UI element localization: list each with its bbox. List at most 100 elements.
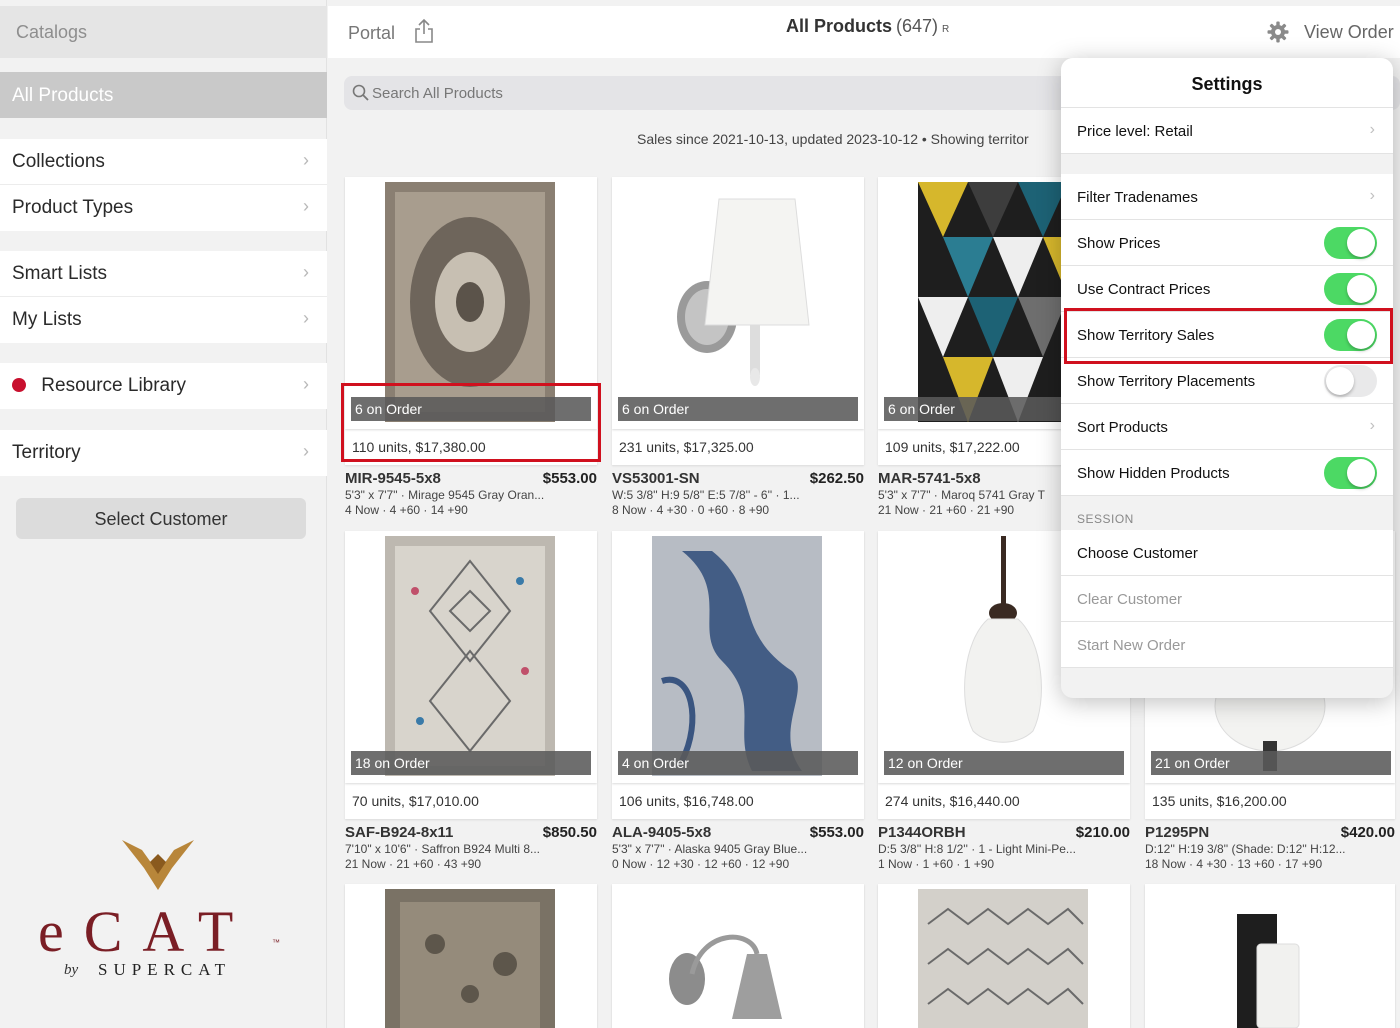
- page-title-text: All Products: [786, 16, 893, 36]
- logo-trademark: ™: [272, 938, 280, 947]
- logo-by: by: [64, 962, 79, 978]
- row-label: Filter Tradenames: [1077, 189, 1198, 206]
- product-sku: ALA-9405-5x8: [612, 824, 712, 841]
- sidebar-header: Catalogs: [0, 6, 327, 58]
- sidebar-item-label: Collections: [12, 151, 105, 172]
- view-order-button[interactable]: View Order: [1304, 22, 1394, 43]
- product-stock: 18 Now · 4 +30 · 13 +60 · 17 +90: [1145, 857, 1323, 871]
- chevron-right-icon: ›: [1369, 187, 1375, 204]
- product-description: D:12'' H:19 3/8'' (Shade: D:12'' H:12...: [1145, 842, 1346, 856]
- use-contract-prices-toggle[interactable]: [1324, 273, 1377, 305]
- sidebar-item-label: Smart Lists: [12, 263, 108, 284]
- filter-tradenames-row[interactable]: Filter Tradenames ›: [1061, 174, 1393, 220]
- row-label: Show Prices: [1077, 235, 1161, 252]
- sidebar-item-my-lists[interactable]: My Lists ›: [0, 297, 327, 343]
- chevron-right-icon: ›: [303, 441, 309, 461]
- row-label: Show Hidden Products: [1077, 465, 1230, 482]
- product-description: 5'3" x 7'7" · Mirage 9545 Gray Oran...: [345, 488, 545, 502]
- row-label: Use Contract Prices: [1077, 281, 1211, 298]
- show-territory-sales-row: Show Territory Sales: [1061, 312, 1393, 358]
- product-image[interactable]: [612, 884, 864, 1028]
- row-label: Clear Customer: [1077, 591, 1183, 608]
- price-level-row[interactable]: Price level: Retail ›: [1061, 108, 1393, 154]
- units-sales: 274 units, $16,440.00: [878, 783, 1130, 819]
- show-hidden-products-toggle[interactable]: [1324, 457, 1377, 489]
- sort-products-row[interactable]: Sort Products ›: [1061, 404, 1393, 450]
- product-description: 5'3" x 7'7" · Alaska 9405 Gray Blue...: [612, 842, 808, 856]
- product-image[interactable]: 6 on Order: [345, 177, 597, 429]
- show-prices-toggle[interactable]: [1324, 227, 1377, 259]
- logo-brand: SUPERCAT: [98, 960, 232, 979]
- sidebar-item-product-types[interactable]: Product Types ›: [0, 185, 327, 231]
- on-order-badge: 6 on Order: [618, 397, 858, 421]
- share-icon[interactable]: [414, 18, 434, 44]
- product-card[interactable]: 6 on Order 110 units, $17,380.00 MIR-954…: [345, 177, 597, 518]
- product-sku: SAF-B924-8x11: [345, 824, 454, 841]
- product-card[interactable]: [878, 884, 1130, 1028]
- search-icon: [352, 84, 369, 101]
- rug-image: [652, 536, 822, 776]
- rug-image: [918, 889, 1088, 1028]
- logo-wordmark: eCAT: [38, 899, 254, 964]
- chevron-right-icon: ›: [1369, 121, 1375, 138]
- units-sales: 231 units, $17,325.00: [612, 429, 864, 465]
- sidebar-group-resources: Resource Library ›: [0, 363, 327, 409]
- units-sales: 110 units, $17,380.00: [345, 429, 597, 465]
- product-image[interactable]: 18 on Order: [345, 531, 597, 783]
- sidebar-item-label: Product Types: [12, 197, 134, 218]
- on-order-badge: 18 on Order: [351, 751, 591, 775]
- sidebar-item-label: My Lists: [12, 309, 82, 330]
- chevron-right-icon: ›: [303, 374, 309, 394]
- show-territory-sales-toggle[interactable]: [1324, 319, 1377, 351]
- sconce-image: [677, 198, 810, 386]
- portal-button[interactable]: Portal: [348, 23, 395, 44]
- product-stock: 0 Now · 12 +30 · 12 +60 · 12 +90: [612, 857, 790, 871]
- session-section-label: SESSION: [1077, 512, 1134, 526]
- ecat-logo: eCAT ™ by SUPERCAT: [36, 832, 296, 992]
- gear-icon[interactable]: [1266, 20, 1290, 44]
- sidebar-item-collections[interactable]: Collections ›: [0, 139, 327, 185]
- sidebar-group-territory: Territory ›: [0, 430, 327, 476]
- choose-customer-row[interactable]: Choose Customer: [1061, 530, 1393, 576]
- product-stock: 8 Now · 4 +30 · 0 +60 · 8 +90: [612, 503, 770, 517]
- sconce-image: [1237, 914, 1300, 1028]
- product-card[interactable]: [1145, 884, 1395, 1028]
- clear-customer-row[interactable]: Clear Customer: [1061, 576, 1393, 622]
- product-card[interactable]: 18 on Order 70 units, $17,010.00 SAF-B92…: [345, 531, 597, 872]
- product-sku: P1295PN: [1145, 824, 1210, 841]
- product-image[interactable]: [878, 884, 1130, 1028]
- on-order-badge: 12 on Order: [884, 751, 1124, 775]
- sidebar-item-territory[interactable]: Territory ›: [0, 430, 327, 476]
- product-price: $210.00: [1075, 824, 1130, 841]
- row-label: Show Territory Placements: [1077, 373, 1256, 390]
- top-bar: Portal All Products (647) R View Order: [328, 6, 1400, 58]
- product-image[interactable]: [1145, 884, 1395, 1028]
- product-image[interactable]: 4 on Order: [612, 531, 864, 783]
- units-sales: 70 units, $17,010.00: [345, 783, 597, 819]
- product-stock: 1 Now · 1 +60 · 1 +90: [878, 857, 995, 871]
- product-card[interactable]: [345, 884, 597, 1028]
- product-card[interactable]: [612, 884, 864, 1028]
- show-territory-placements-toggle[interactable]: [1324, 365, 1377, 397]
- product-image[interactable]: [345, 884, 597, 1028]
- units-sales: 106 units, $16,748.00: [612, 783, 864, 819]
- row-label: Show Territory Sales: [1077, 327, 1215, 344]
- product-card[interactable]: 6 on Order 231 units, $17,325.00 VS53001…: [612, 177, 864, 518]
- sidebar-item-resource-library[interactable]: Resource Library ›: [0, 363, 327, 409]
- chevron-right-icon: ›: [303, 262, 309, 282]
- notification-dot-icon: [12, 378, 26, 392]
- on-order-badge: 21 on Order: [1151, 751, 1391, 775]
- sidebar-item-smart-lists[interactable]: Smart Lists ›: [0, 251, 327, 297]
- on-order-badge: 6 on Order: [351, 397, 591, 421]
- product-card[interactable]: 4 on Order 106 units, $16,748.00 ALA-940…: [612, 531, 864, 872]
- product-price: $262.50: [809, 470, 864, 487]
- start-new-order-row[interactable]: Start New Order: [1061, 622, 1393, 668]
- search-input[interactable]: [372, 76, 1072, 110]
- product-count: (647): [896, 16, 939, 36]
- product-image[interactable]: 6 on Order: [612, 177, 864, 429]
- product-sku: VS53001-SN: [612, 470, 700, 487]
- product-price: $420.00: [1340, 824, 1395, 841]
- select-customer-button[interactable]: Select Customer: [16, 498, 306, 539]
- product-description: 7'10" x 10'6" · Saffron B924 Multi 8...: [345, 842, 540, 856]
- sidebar-item-all-products[interactable]: All Products: [0, 72, 327, 118]
